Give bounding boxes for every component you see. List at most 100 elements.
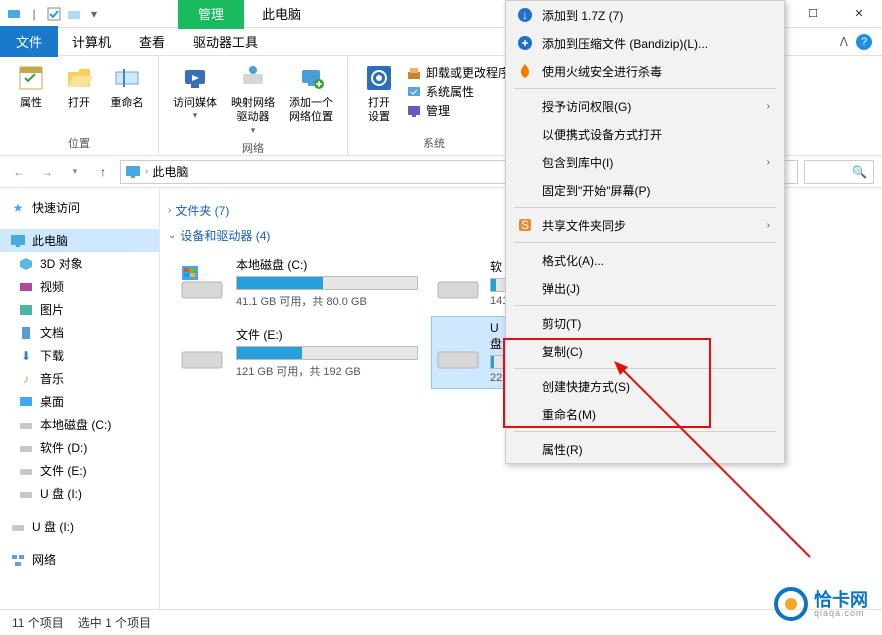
close-button[interactable]: ✕ (836, 0, 882, 28)
status-bar: 11 个项目 选中 1 个项目 (0, 609, 882, 635)
download-icon: ⬇ (18, 348, 34, 364)
video-icon (18, 279, 34, 295)
drive-u[interactable]: U 盘22. (432, 317, 507, 388)
sidebar-item-3d-objects[interactable]: 3D 对象 (0, 252, 159, 275)
rename-button[interactable]: 重命名 (106, 60, 148, 133)
sidebar-item-drive-u1[interactable]: U 盘 (I:) (0, 482, 159, 505)
breadcrumb-chevron[interactable]: › (145, 166, 148, 177)
ctx-create-shortcut[interactable]: 创建快捷方式(S) (506, 372, 784, 400)
open-settings-button[interactable]: 打开 设置 (358, 60, 400, 133)
network-icon (10, 552, 26, 568)
add-network-location-button[interactable]: 添加一个 网络位置 (285, 60, 337, 138)
search-icon: 🔍 (852, 165, 867, 179)
ribbon-group-label: 系统 (358, 133, 510, 155)
ctx-eject[interactable]: 弹出(J) (506, 274, 784, 302)
svg-text:S: S (521, 218, 529, 232)
quick-access-toolbar: | ▾ (0, 6, 108, 22)
window-title: 此电脑 (244, 0, 319, 29)
ctx-huorong-scan[interactable]: 使用火绒安全进行杀毒 (506, 57, 784, 85)
back-button[interactable]: ← (8, 161, 30, 183)
separator (514, 242, 776, 243)
drive-c[interactable]: 本地磁盘 (C:)41.1 GB 可用，共 80.0 GB (174, 252, 422, 313)
sidebar-item-network[interactable]: 网络 (0, 548, 159, 571)
system-properties-button[interactable]: 系统属性 (406, 83, 510, 100)
up-button[interactable]: ↑ (92, 161, 114, 183)
divider: | (26, 6, 42, 22)
sidebar-item-pictures[interactable]: 图片 (0, 298, 159, 321)
drive-icon (436, 263, 480, 303)
ctx-add-to-bandizip[interactable]: 添加到压缩文件 (Bandizip)(L)... (506, 29, 784, 57)
ctx-grant-access[interactable]: 授予访问权限(G)› (506, 92, 784, 120)
computer-menu[interactable]: 计算机 (58, 26, 125, 57)
sidebar-item-downloads[interactable]: ⬇下载 (0, 344, 159, 367)
ctx-rename[interactable]: 重命名(M) (506, 400, 784, 428)
separator (514, 305, 776, 306)
sidebar-item-this-pc[interactable]: 此电脑 (0, 229, 159, 252)
sidebar-item-desktop[interactable]: 桌面 (0, 390, 159, 413)
manage-tab[interactable]: 管理 (178, 0, 244, 29)
recent-dropdown[interactable]: ▾ (64, 161, 86, 183)
selection-count: 选中 1 个项目 (78, 614, 151, 631)
document-icon (18, 325, 34, 341)
ctx-folder-sync[interactable]: S共享文件夹同步› (506, 211, 784, 239)
drive-d[interactable]: 软141 (432, 252, 507, 313)
drive-tools-menu[interactable]: 驱动器工具 (179, 26, 272, 57)
pc-icon (10, 233, 26, 249)
desktop-icon (18, 394, 34, 410)
qat-dropdown-icon[interactable]: ▾ (86, 6, 102, 22)
maximize-button[interactable]: ☐ (790, 0, 836, 28)
separator (514, 207, 776, 208)
bandizip-icon (516, 34, 534, 52)
star-icon: ★ (10, 200, 26, 216)
drive-icon (18, 417, 34, 433)
ribbon-group-location: 属性 打开 重命名 位置 (0, 56, 159, 155)
ctx-include-library[interactable]: 包含到库中(I)› (506, 148, 784, 176)
map-drive-button[interactable]: 映射网络 驱动器▾ (227, 60, 279, 138)
access-media-button[interactable]: 访问媒体▾ (169, 60, 221, 138)
search-box[interactable]: 🔍 (804, 160, 874, 184)
open-button[interactable]: 打开 (58, 60, 100, 133)
chevron-right-icon: › (767, 220, 770, 231)
sevenzip-icon: ↓ (516, 6, 534, 24)
pc-icon (125, 164, 141, 180)
sidebar-item-documents[interactable]: 文档 (0, 321, 159, 344)
ribbon-group-system: 打开 设置 卸载或更改程序 系统属性 管理 系统 (348, 56, 521, 155)
properties-button[interactable]: 属性 (10, 60, 52, 133)
windows-drive-icon (178, 263, 226, 303)
ctx-portable-device[interactable]: 以便携式设备方式打开 (506, 120, 784, 148)
separator (514, 368, 776, 369)
chevron-right-icon: › (767, 101, 770, 112)
file-menu[interactable]: 文件 (0, 26, 58, 57)
drive-icon (18, 440, 34, 456)
breadcrumb[interactable]: 此电脑 (152, 163, 188, 180)
drive-e[interactable]: 文件 (E:)121 GB 可用，共 192 GB (174, 317, 422, 388)
sidebar-item-videos[interactable]: 视频 (0, 275, 159, 298)
forward-button[interactable]: → (36, 161, 58, 183)
sidebar-item-drive-c[interactable]: 本地磁盘 (C:) (0, 413, 159, 436)
drive-icon (178, 333, 226, 373)
help-icon[interactable]: ? (856, 34, 872, 50)
picture-icon (18, 302, 34, 318)
manage-button[interactable]: 管理 (406, 102, 510, 119)
ctx-pin-start[interactable]: 固定到"开始"屏幕(P) (506, 176, 784, 204)
app-icon (6, 6, 22, 22)
ctx-cut[interactable]: 剪切(T) (506, 309, 784, 337)
sidebar-item-drive-u2[interactable]: U 盘 (I:) (0, 515, 159, 538)
sync-icon: S (516, 216, 534, 234)
ctx-properties[interactable]: 属性(R) (506, 435, 784, 463)
ribbon-collapse-icon[interactable]: ᐱ (840, 35, 848, 49)
sidebar-item-music[interactable]: ♪音乐 (0, 367, 159, 390)
qat-folder-icon[interactable] (66, 6, 82, 22)
ctx-format[interactable]: 格式化(A)... (506, 246, 784, 274)
sidebar-item-drive-d[interactable]: 软件 (D:) (0, 436, 159, 459)
ctx-add-to-7z[interactable]: ↓添加到 1.7Z (7) (506, 1, 784, 29)
sidebar-item-drive-e[interactable]: 文件 (E:) (0, 459, 159, 482)
chevron-down-icon: ⌄ (168, 230, 176, 241)
uninstall-button[interactable]: 卸载或更改程序 (406, 64, 510, 81)
view-menu[interactable]: 查看 (125, 26, 179, 57)
sidebar-item-quick-access[interactable]: ★快速访问 (0, 196, 159, 219)
qat-checkbox-icon[interactable] (46, 6, 62, 22)
usb-drive-icon (18, 486, 34, 502)
ctx-copy[interactable]: 复制(C) (506, 337, 784, 365)
ribbon-group-label: 网络 (169, 138, 337, 160)
